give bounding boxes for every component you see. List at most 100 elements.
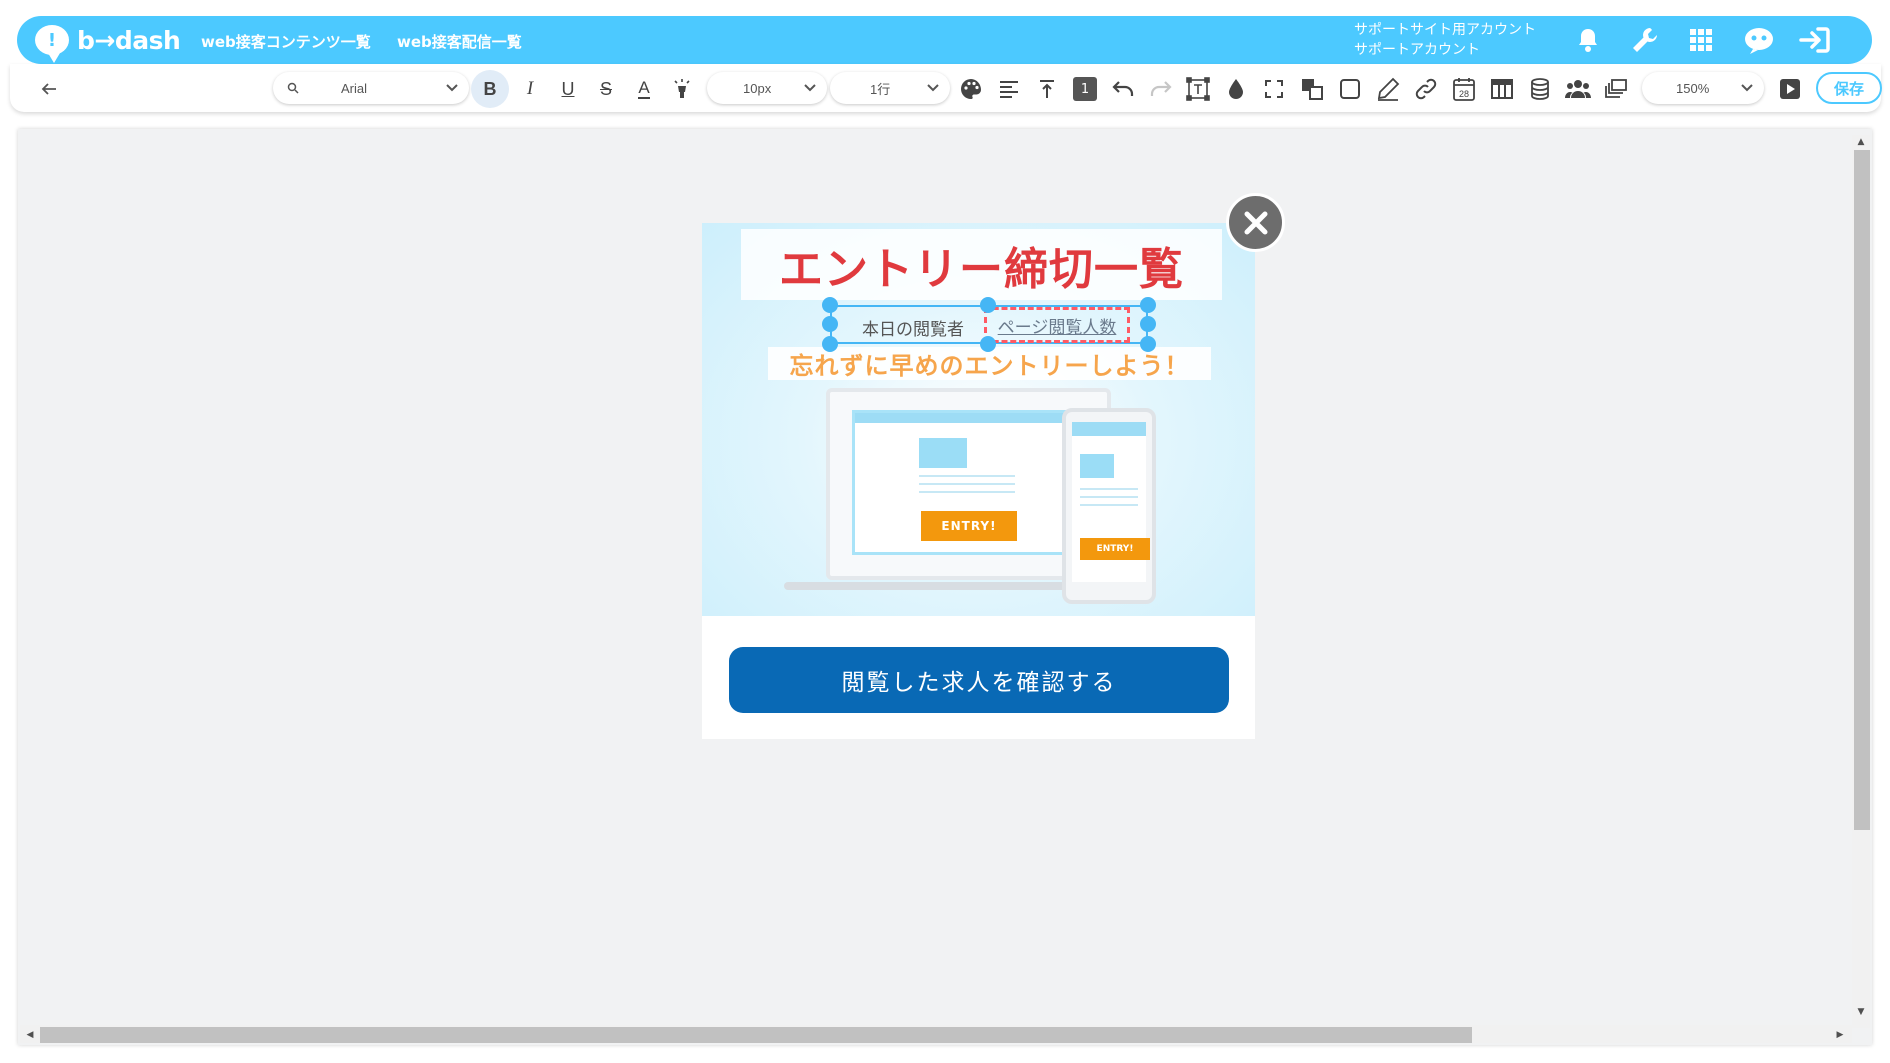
link-icon: [1415, 78, 1437, 100]
border-button[interactable]: [1335, 74, 1365, 104]
phone-entry-button: ENTRY!: [1080, 538, 1150, 560]
resize-handle-bottom-center[interactable]: [980, 336, 996, 352]
save-button[interactable]: 保存: [1816, 72, 1882, 104]
popup-subtitle[interactable]: 忘れずに早めのエントリーしよう！: [768, 347, 1211, 380]
arrange-button[interactable]: [1297, 74, 1327, 104]
wrench-icon[interactable]: [1629, 24, 1661, 56]
resize-handle-top-center[interactable]: [980, 297, 996, 313]
back-arrow-icon[interactable]: [36, 76, 62, 102]
editor-toolbar: Arial B I U S A 10px 1行 1 28 150% 保存: [10, 64, 1882, 112]
phone-image-placeholder: [1080, 454, 1114, 478]
link-button[interactable]: [1411, 74, 1441, 104]
bring-front-icon: [1302, 79, 1323, 100]
app-grid-icon[interactable]: [1685, 24, 1717, 56]
resize-handle-bottom-left[interactable]: [822, 336, 838, 352]
palette-icon: [961, 79, 981, 99]
scroll-left-arrow[interactable]: ◀: [24, 1029, 36, 1041]
text-align-button[interactable]: [994, 74, 1024, 104]
rounded-square-icon: [1340, 79, 1360, 99]
resize-handle-bottom-right[interactable]: [1140, 336, 1156, 352]
layer-number-button[interactable]: 1: [1070, 74, 1100, 104]
fullscreen-button[interactable]: [1259, 74, 1289, 104]
horizontal-scrollbar-thumb[interactable]: [40, 1027, 1472, 1043]
users-icon: [1565, 80, 1591, 98]
laptop-screen: ENTRY!: [852, 410, 1080, 555]
font-size-select[interactable]: 10px: [707, 72, 827, 104]
popup-hero-image: エントリー締切一覧 忘れずに早めのエントリーしよう！ ENTRY! ENTRY!: [702, 223, 1255, 616]
popup-close-button[interactable]: [1226, 193, 1285, 252]
scroll-up-arrow[interactable]: ▲: [1855, 136, 1867, 148]
resize-handle-top-right[interactable]: [1140, 297, 1156, 313]
scroll-down-arrow[interactable]: ▼: [1855, 1006, 1867, 1018]
database-button[interactable]: [1525, 74, 1555, 104]
laptop-image-placeholder: [919, 438, 967, 468]
resize-handle-middle-left[interactable]: [822, 316, 838, 332]
text-box-button[interactable]: [1183, 74, 1213, 104]
color-palette-button[interactable]: [956, 74, 986, 104]
calendar-button[interactable]: 28: [1449, 74, 1479, 104]
preview-button[interactable]: [1775, 74, 1805, 104]
text-frame-icon: [1186, 77, 1210, 101]
close-icon: [1244, 211, 1267, 234]
font-size-value: 10px: [743, 80, 772, 96]
account-role: サポートアカウント: [1354, 42, 1480, 58]
zoom-value: 150%: [1676, 80, 1710, 96]
view-jobs-button[interactable]: 閲覧した求人を確認する: [729, 647, 1229, 713]
logout-icon[interactable]: [1799, 24, 1831, 56]
chatbot-icon[interactable]: [1743, 24, 1775, 56]
logo-bubble-icon: !: [35, 25, 69, 63]
nav-link-web-content-list[interactable]: web接客コンテンツ一覧: [201, 31, 371, 52]
search-icon: [287, 82, 299, 94]
nav-link-web-delivery-list[interactable]: web接客配信一覧: [397, 31, 522, 52]
account-name: サポートサイト用アカウント: [1354, 22, 1536, 38]
logo-text: b→dash: [77, 25, 181, 55]
vertical-align-button[interactable]: [1032, 74, 1062, 104]
bdash-logo[interactable]: ! b→dash: [35, 25, 181, 63]
laptop-screen-header: [855, 413, 1077, 423]
phone-illustration: ENTRY!: [1062, 408, 1156, 604]
phone-screen-header: [1072, 422, 1146, 436]
chevron-down-icon: [804, 84, 816, 92]
underline-button[interactable]: U: [553, 74, 583, 104]
vertical-scrollbar-thumb[interactable]: [1854, 150, 1870, 830]
draw-button[interactable]: [1373, 74, 1403, 104]
line-height-value: 1行: [870, 81, 891, 97]
duplicate-button[interactable]: [1601, 74, 1631, 104]
text-color-button[interactable]: A: [629, 74, 659, 104]
table-icon: [1491, 79, 1513, 99]
viewer-count-value[interactable]: ページ閲覧人数: [984, 307, 1130, 343]
italic-button[interactable]: I: [515, 74, 545, 104]
laptop-entry-button: ENTRY!: [921, 511, 1017, 541]
bold-button[interactable]: B: [471, 70, 509, 108]
laptop-text-line: [919, 483, 1015, 485]
table-button[interactable]: [1487, 74, 1517, 104]
account-info[interactable]: サポートサイト用アカウント サポートアカウント: [1354, 20, 1536, 60]
zoom-select[interactable]: 150%: [1642, 72, 1764, 104]
highlight-button[interactable]: [667, 74, 697, 104]
popup-title[interactable]: エントリー締切一覧: [741, 229, 1222, 300]
resize-handle-top-left[interactable]: [822, 297, 838, 313]
line-height-select[interactable]: 1行: [830, 72, 950, 104]
segment-button[interactable]: [1563, 74, 1593, 104]
number-badge-icon: 1: [1073, 77, 1097, 101]
phone-text-line: [1080, 504, 1138, 506]
chevron-down-icon: [1741, 84, 1753, 92]
font-family-select[interactable]: Arial: [273, 72, 469, 104]
bell-icon[interactable]: [1572, 24, 1604, 56]
laptop-text-line: [919, 491, 1015, 493]
database-icon: [1531, 78, 1549, 100]
calendar-day: 28: [1459, 89, 1469, 99]
resize-handle-middle-right[interactable]: [1140, 316, 1156, 332]
chevron-down-icon: [927, 84, 939, 92]
undo-button[interactable]: [1108, 74, 1138, 104]
redo-icon: [1150, 81, 1172, 96]
strikethrough-icon: S: [599, 78, 612, 99]
fill-color-button[interactable]: [1221, 74, 1251, 104]
strikethrough-button[interactable]: S: [591, 74, 621, 104]
undo-icon: [1112, 81, 1134, 96]
redo-button[interactable]: [1146, 74, 1176, 104]
scroll-right-arrow[interactable]: ▶: [1834, 1029, 1846, 1041]
phone-text-line: [1080, 496, 1138, 498]
top-navigation-bar: ! b→dash web接客コンテンツ一覧 web接客配信一覧 サポートサイト用…: [17, 16, 1872, 64]
viewer-label: 本日の閲覧者: [862, 320, 964, 340]
